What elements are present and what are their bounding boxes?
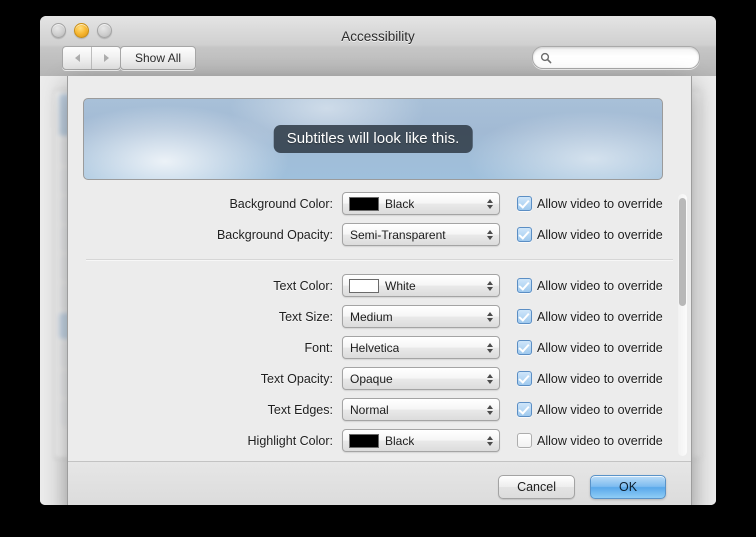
- checkbox-label: Allow video to override: [537, 371, 663, 386]
- allow-video-override-checkbox[interactable]: Allow video to override: [517, 196, 663, 211]
- forward-button[interactable]: [91, 47, 120, 69]
- setting-popup-button[interactable]: White: [342, 274, 500, 297]
- checkbox-label: Allow video to override: [537, 196, 663, 211]
- popup-stepper-arrows-icon: [487, 342, 493, 353]
- show-all-label: Show All: [135, 51, 182, 65]
- setting-row: Text Edges: Normal Allow video to override: [68, 394, 691, 425]
- back-button[interactable]: [63, 47, 91, 69]
- sheet-scroll-area: Subtitles will look like this. Backgroun…: [68, 76, 691, 462]
- navigation-segmented-control[interactable]: [62, 46, 121, 70]
- color-swatch: [349, 278, 379, 293]
- checkbox-label: Allow video to override: [537, 227, 663, 242]
- ok-label: OK: [618, 480, 638, 494]
- window-title: Accessibility: [341, 29, 415, 44]
- popup-stepper-arrows-icon: [487, 373, 493, 384]
- checkbox-label: Allow video to override: [537, 309, 663, 324]
- search-input[interactable]: [556, 50, 680, 65]
- popup-stepper-arrows-icon: [487, 280, 493, 291]
- section-divider: [86, 259, 673, 261]
- sheet-scrollbar[interactable]: [678, 194, 687, 456]
- popup-stepper-arrows-icon: [487, 229, 493, 240]
- setting-value: Helvetica: [350, 340, 400, 355]
- caption-settings-rows: Background Color: Black Allow video to ove…: [68, 188, 691, 456]
- setting-row: Highlight Color: Black Allow video to over…: [68, 425, 691, 456]
- checkbox-label: Allow video to override: [537, 278, 663, 293]
- setting-label: Font:: [304, 340, 334, 355]
- setting-popup-button[interactable]: Normal: [342, 398, 500, 421]
- checkbox-checked-icon: [517, 371, 532, 386]
- allow-video-override-checkbox[interactable]: Allow video to override: [517, 227, 663, 242]
- subtitle-preview: Subtitles will look like this.: [83, 98, 663, 180]
- allow-video-override-checkbox[interactable]: Allow video to override: [517, 433, 663, 448]
- popup-stepper-arrows-icon: [487, 311, 493, 322]
- setting-label: Highlight Color:: [247, 433, 333, 448]
- cancel-label: Cancel: [517, 480, 556, 494]
- checkbox-checked-icon: [517, 227, 532, 242]
- popup-stepper-arrows-icon: [487, 198, 493, 209]
- toolbar: Show All: [40, 44, 716, 76]
- checkbox-checked-icon: [517, 309, 532, 324]
- popup-stepper-arrows-icon: [487, 404, 493, 415]
- setting-value: Opaque: [350, 371, 393, 386]
- setting-label: Background Opacity:: [216, 227, 333, 242]
- setting-value: Medium: [350, 309, 393, 324]
- setting-value: Semi-Transparent: [350, 227, 446, 242]
- setting-popup-button[interactable]: Opaque: [342, 367, 500, 390]
- screen: Accessibility Show All Subtitles will lo…: [0, 0, 756, 537]
- checkbox-label: Allow video to override: [537, 402, 663, 417]
- subtitle-preview-text: Subtitles will look like this.: [273, 125, 473, 153]
- sheet-footer: Cancel OK: [68, 461, 691, 505]
- setting-value: Normal: [350, 402, 389, 417]
- window-titlebar: Accessibility Show All: [40, 16, 716, 77]
- checkbox-checked-icon: [517, 340, 532, 355]
- setting-popup-button[interactable]: Black: [342, 192, 500, 215]
- color-swatch: [349, 196, 379, 211]
- chevron-left-icon: [74, 54, 80, 62]
- setting-row: Font: Helvetica Allow video to override: [68, 332, 691, 363]
- checkbox-label: Allow video to override: [537, 433, 663, 448]
- allow-video-override-checkbox[interactable]: Allow video to override: [517, 371, 663, 386]
- search-field[interactable]: [532, 46, 700, 69]
- checkbox-label: Allow video to override: [537, 340, 663, 355]
- checkbox-checked-icon: [517, 196, 532, 211]
- setting-label: Text Color:: [273, 278, 333, 293]
- setting-label: Background Color:: [229, 196, 333, 211]
- accessibility-preferences-window: Accessibility Show All Subtitles will lo…: [40, 16, 716, 505]
- scrollbar-thumb[interactable]: [679, 198, 686, 306]
- allow-video-override-checkbox[interactable]: Allow video to override: [517, 402, 663, 417]
- cancel-button[interactable]: Cancel: [498, 475, 575, 499]
- chevron-right-icon: [103, 54, 109, 62]
- setting-row: Background Color: Black Allow video to ove…: [68, 188, 691, 219]
- popup-stepper-arrows-icon: [487, 435, 493, 446]
- setting-value: White: [385, 278, 416, 293]
- setting-label: Text Size:: [278, 309, 333, 324]
- setting-row: Text Size: Medium Allow video to override: [68, 301, 691, 332]
- setting-label: Text Opacity:: [260, 371, 333, 386]
- setting-row: Background Opacity: Semi-Transparent Allow…: [68, 219, 691, 250]
- ok-button[interactable]: OK: [590, 475, 666, 499]
- checkbox-checked-icon: [517, 402, 532, 417]
- setting-value: Black: [385, 433, 415, 448]
- setting-row: Text Opacity: Opaque Allow video to overri…: [68, 363, 691, 394]
- setting-value: Black: [385, 196, 415, 211]
- color-swatch: [349, 433, 379, 448]
- setting-popup-button[interactable]: Medium: [342, 305, 500, 328]
- show-all-button[interactable]: Show All: [120, 46, 197, 70]
- setting-label: Text Edges:: [267, 402, 333, 417]
- caption-style-sheet: Subtitles will look like this. Backgroun…: [67, 76, 692, 505]
- setting-row: Text Color: White Allow video to override: [68, 270, 691, 301]
- allow-video-override-checkbox[interactable]: Allow video to override: [517, 278, 663, 293]
- setting-popup-button[interactable]: Semi-Transparent: [342, 223, 500, 246]
- allow-video-override-checkbox[interactable]: Allow video to override: [517, 309, 663, 324]
- setting-popup-button[interactable]: Black: [342, 429, 500, 452]
- setting-popup-button[interactable]: Helvetica: [342, 336, 500, 359]
- checkbox-unchecked-icon: [517, 433, 532, 448]
- allow-video-override-checkbox[interactable]: Allow video to override: [517, 340, 663, 355]
- search-icon: [540, 52, 552, 63]
- checkbox-checked-icon: [517, 278, 532, 293]
